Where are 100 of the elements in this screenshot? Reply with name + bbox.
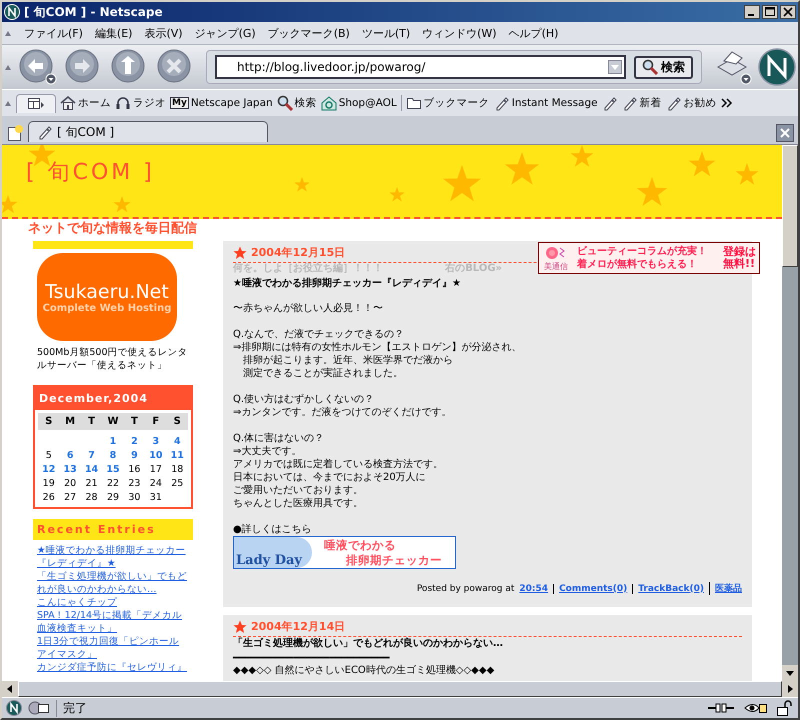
calendar-day-link[interactable]: 13 bbox=[59, 462, 81, 477]
close-tab-button[interactable] bbox=[776, 124, 794, 142]
calendar-day: 26 bbox=[38, 490, 60, 505]
text-line: ⇒大丈夫です。 bbox=[233, 445, 302, 458]
calendar-day: 31 bbox=[145, 490, 167, 505]
bookmark-item[interactable]: お勧め bbox=[666, 95, 717, 111]
search-icon bbox=[642, 59, 658, 75]
menu-item[interactable]: 編集(E) bbox=[94, 26, 132, 40]
bookmark-item[interactable]: ブックマーク bbox=[400, 95, 490, 111]
star-icon bbox=[233, 620, 247, 634]
menu-item[interactable]: ウィンドウ(W) bbox=[422, 26, 497, 40]
ad-banner[interactable]: 美通信 ビューティーコラムが充実！ 着メロが無料でもらえる！ 登録は 無料!! bbox=[538, 242, 760, 274]
entry-link[interactable]: 1日3分で視力回復「ピンホールアイマスク」 bbox=[37, 634, 189, 661]
netscape-logo-icon bbox=[4, 4, 20, 20]
vertical-scrollbar[interactable] bbox=[782, 145, 798, 681]
calendar-day-link[interactable]: 4 bbox=[166, 434, 188, 449]
weekday-label: M bbox=[64, 416, 76, 427]
calendar-day: 17 bbox=[145, 462, 167, 477]
minimize-button[interactable] bbox=[744, 5, 760, 19]
entry-link[interactable]: カンジダ症予防に『セレヴリィ』 bbox=[37, 660, 189, 674]
comments-link[interactable]: Comments(0) bbox=[553, 584, 628, 594]
section-heading: Recent Entries bbox=[33, 518, 193, 540]
weekday-label: S bbox=[44, 416, 54, 427]
weekday-label: W bbox=[106, 416, 120, 427]
pencil-icon bbox=[602, 95, 618, 111]
category-link[interactable]: 医薬品 bbox=[709, 582, 742, 595]
menu-item[interactable]: ファイル(F) bbox=[24, 26, 83, 40]
weekday-label: F bbox=[151, 416, 160, 427]
text-line: 測定できることが実証されました。 bbox=[242, 367, 404, 380]
menu-item[interactable]: ヘルプ(H) bbox=[508, 26, 558, 40]
bookmark-item[interactable]: ラジオ bbox=[115, 95, 166, 111]
calendar-day: 23 bbox=[124, 476, 146, 491]
bookmark-item[interactable]: 検索 bbox=[276, 95, 317, 111]
weekday-label: T bbox=[130, 416, 139, 427]
text-line: ⇒カンタンです。だ液をつけてのぞくだけです。 bbox=[233, 406, 452, 419]
calendar-day: 18 bbox=[166, 462, 188, 477]
scroll-left-button[interactable] bbox=[2, 681, 18, 697]
calendar-day-link[interactable]: 2 bbox=[124, 434, 146, 449]
calendar-day-link[interactable]: 10 bbox=[145, 448, 167, 463]
calendar-day-link[interactable]: 15 bbox=[102, 462, 124, 477]
calendar-day-link[interactable]: 8 bbox=[102, 448, 124, 463]
entry-link[interactable]: SPA！12/14号に掲載「デメカル血液検査キット」 bbox=[37, 608, 189, 635]
menu-item[interactable]: 表示(V) bbox=[144, 26, 183, 40]
scroll-down-button[interactable] bbox=[782, 665, 798, 681]
house-icon bbox=[320, 95, 337, 111]
scroll-thumb[interactable] bbox=[782, 145, 798, 267]
calendar-day: 16 bbox=[124, 462, 146, 477]
text-line: 排卵が起こります。近年、米医学界でだ液から bbox=[242, 354, 454, 367]
banner-text: 排卵期チェッカー bbox=[344, 553, 442, 568]
ad-caption: 500Mb月額500円で使えるレンタルサーバー「使えるネット」 bbox=[36, 346, 188, 373]
scroll-right-button[interactable] bbox=[782, 681, 798, 697]
product-image: Lady Day bbox=[234, 537, 312, 568]
bookmark-item[interactable]: ホーム bbox=[60, 95, 111, 111]
bookmark-item[interactable]: Shop@AOL bbox=[320, 95, 397, 111]
chevron-icon[interactable] bbox=[720, 98, 733, 108]
search-button[interactable]: 検索 bbox=[634, 56, 693, 78]
text-line: ご愛用いただいております。 bbox=[233, 484, 364, 497]
product-banner[interactable]: Lady Day 唾液でわかる 排卵期チェッカー bbox=[233, 536, 456, 569]
headphones-icon bbox=[115, 95, 131, 111]
close-button[interactable] bbox=[780, 5, 796, 19]
calendar-day-link[interactable]: 9 bbox=[124, 448, 146, 463]
ad-badge-text: 登録は bbox=[723, 246, 756, 258]
calendar-day-link[interactable]: 12 bbox=[38, 462, 60, 477]
address-field[interactable]: http://blog.livedoor.jp/powarog/ bbox=[215, 55, 626, 79]
calendar-day: 30 bbox=[124, 490, 146, 505]
entry-link[interactable]: 「生ゴミ処理機が欲しい」でもどれが良いのかわからない… bbox=[37, 570, 189, 596]
time-link[interactable]: 20:54 bbox=[519, 584, 548, 594]
pencil-icon bbox=[37, 124, 53, 140]
menu-item[interactable]: ジャンプ(G) bbox=[194, 26, 256, 40]
calendar-day-link[interactable]: 14 bbox=[80, 462, 102, 477]
calendar-day-link[interactable]: 7 bbox=[80, 448, 102, 463]
bookmark-icon-button[interactable] bbox=[602, 95, 618, 111]
menu-item[interactable]: ブックマーク(B) bbox=[268, 26, 350, 40]
new-tab-icon[interactable] bbox=[6, 124, 24, 142]
calendar-day-link[interactable]: 3 bbox=[145, 434, 167, 449]
sidebar-toggle-button[interactable] bbox=[16, 94, 56, 112]
text-line: ◆◆◆◇◇ 自然にやさしいECO時代の生ゴミ処理機◇◇◆◆◆ bbox=[233, 665, 496, 677]
pencil-icon bbox=[494, 95, 510, 111]
bookmark-item[interactable]: Instant Message bbox=[494, 95, 598, 111]
text-line: Q.体に害はないの？ bbox=[233, 432, 326, 445]
entry-link[interactable]: こんにゃくチップ bbox=[37, 596, 189, 609]
calendar-day-link[interactable]: 6 bbox=[59, 448, 81, 463]
text-line: 〜赤ちゃんが欲しい人必見！！〜 bbox=[233, 302, 384, 315]
calendar-day-link[interactable]: 1 bbox=[102, 434, 124, 449]
banner-text: 唾液でわかる bbox=[324, 538, 397, 553]
trackback-link[interactable]: TrackBack(0) bbox=[632, 584, 704, 594]
bookmark-item[interactable]: 新着 bbox=[622, 95, 662, 111]
calendar-day-link[interactable]: 11 bbox=[166, 448, 188, 463]
maximize-button[interactable] bbox=[762, 5, 778, 19]
entry-link[interactable]: ★唾液でわかる排卵期チェッカー『レディデイ』★ bbox=[37, 544, 189, 570]
back-button[interactable] bbox=[18, 48, 58, 86]
search-icon bbox=[276, 95, 293, 111]
calendar-day: 29 bbox=[102, 490, 124, 505]
text-line: 日本においては、今までにおよそ20万人に bbox=[233, 471, 427, 484]
browser-tab[interactable]: [ 旬COM ] bbox=[28, 121, 268, 142]
menu-item[interactable]: ツール(T) bbox=[362, 26, 410, 40]
posted-by-text: Posted by powarog at bbox=[416, 584, 514, 594]
netscape-logo-icon[interactable] bbox=[6, 700, 22, 716]
text-line: ●詳しくはこちら bbox=[233, 523, 313, 536]
bookmark-item[interactable]: My Netscape Japan bbox=[170, 97, 273, 109]
